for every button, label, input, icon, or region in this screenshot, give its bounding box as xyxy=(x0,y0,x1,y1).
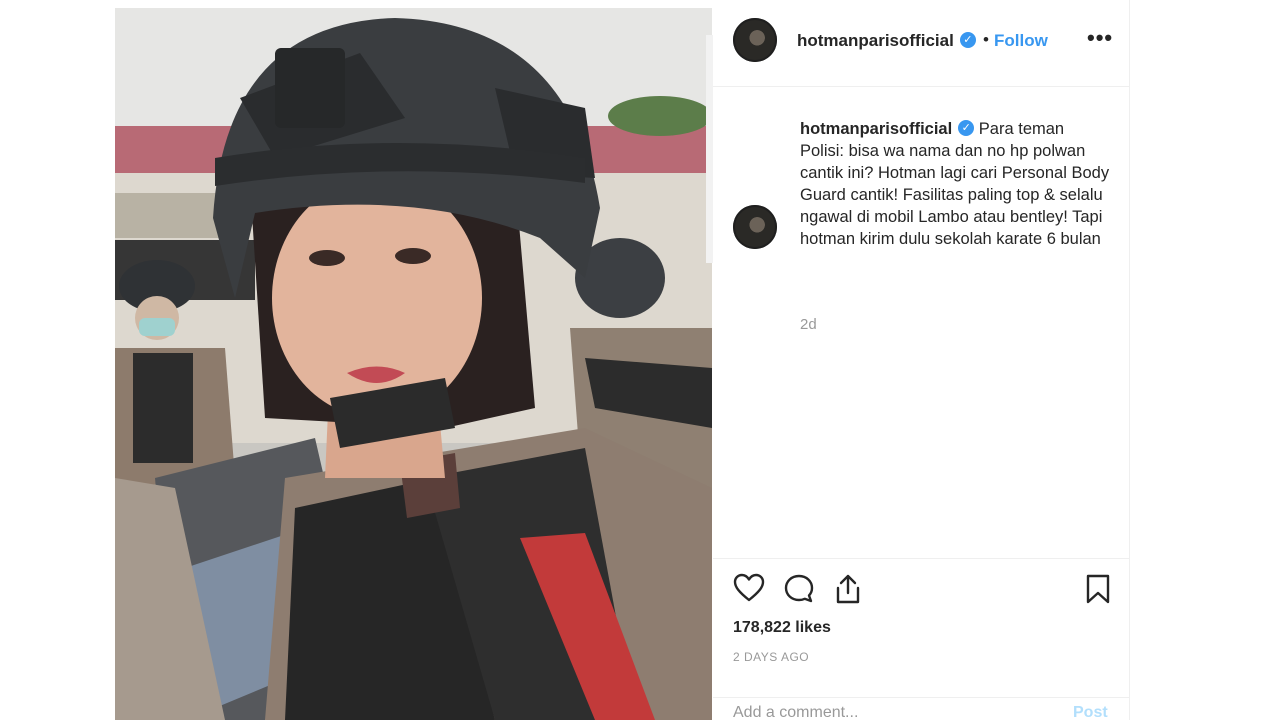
heart-icon[interactable] xyxy=(733,573,765,603)
username-text[interactable]: hotmanparisofficial xyxy=(797,31,954,50)
post-header: hotmanparisofficial ✓ • Follow ••• xyxy=(713,0,1129,87)
separator-dot: • xyxy=(983,30,989,49)
more-options-icon[interactable]: ••• xyxy=(1087,25,1113,51)
likes-count[interactable]: 178,822 likes xyxy=(733,619,831,637)
posted-time[interactable]: 2 DAYS AGO xyxy=(733,650,809,664)
caption-relative-time[interactable]: 2d xyxy=(800,316,817,333)
comment-box: Post xyxy=(713,697,1129,722)
share-icon[interactable] xyxy=(833,573,863,605)
verified-badge-icon: ✓ xyxy=(958,119,975,136)
username-link[interactable]: hotmanparisofficial ✓ xyxy=(797,31,976,51)
caption-avatar[interactable] xyxy=(733,205,777,249)
panel-divider xyxy=(706,35,713,263)
post-caption: hotmanparisofficial ✓ Para teman Polisi: … xyxy=(800,118,1110,250)
bookmark-icon[interactable] xyxy=(1085,573,1111,605)
policewoman-photo xyxy=(115,8,712,720)
comment-icon[interactable] xyxy=(783,573,815,605)
avatar[interactable] xyxy=(733,18,777,62)
post-photo xyxy=(115,8,712,720)
post-side-panel: hotmanparisofficial ✓ • Follow ••• hotman… xyxy=(713,0,1130,722)
post-comment-button[interactable]: Post xyxy=(1073,704,1108,722)
verified-badge-icon: ✓ xyxy=(959,31,976,48)
follow-button[interactable]: Follow xyxy=(994,31,1048,51)
caption-text: Para teman Polisi: bisa wa nama dan no h… xyxy=(800,120,1110,248)
comment-input[interactable] xyxy=(733,704,1033,722)
caption-username[interactable]: hotmanparisofficial xyxy=(800,120,952,138)
post-actions-section: 178,822 likes 2 DAYS AGO Post xyxy=(713,558,1129,722)
